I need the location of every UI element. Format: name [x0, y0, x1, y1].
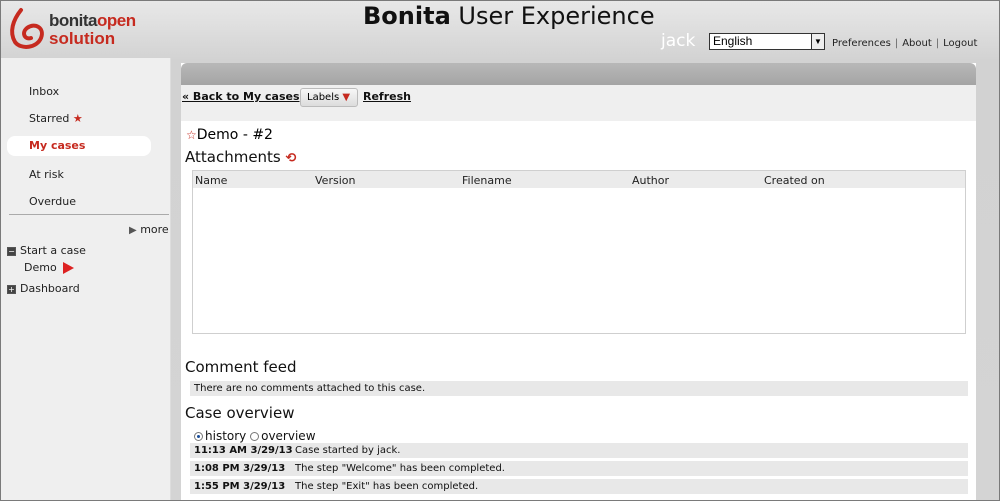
- sidebar-divider: [9, 214, 169, 215]
- column-header-version[interactable]: Version: [315, 174, 355, 187]
- more-label: more: [140, 223, 169, 236]
- column-header-filename[interactable]: Filename: [462, 174, 512, 187]
- history-time: 1:55 PM 3/29/13: [194, 481, 286, 492]
- sidebar-item-at-risk[interactable]: At risk: [29, 168, 64, 181]
- top-links: Preferences | About | Logout: [832, 38, 978, 49]
- logo-text: bonitaopen solution: [49, 12, 136, 48]
- case-overview-title: Case overview: [185, 404, 295, 422]
- history-row: 1:08 PM 3/29/13 The step "Welcome" has be…: [190, 461, 968, 476]
- labels-button[interactable]: Labels ▼: [300, 88, 358, 107]
- sidebar-item-overdue[interactable]: Overdue: [29, 195, 76, 208]
- app-window: bonitaopen solution Bonita User Experien…: [0, 0, 1000, 501]
- collapse-icon[interactable]: −: [7, 246, 16, 256]
- preferences-link[interactable]: Preferences: [832, 38, 891, 49]
- back-to-my-cases-link[interactable]: « Back to My cases: [182, 90, 300, 103]
- overview-radio[interactable]: [250, 432, 260, 441]
- start-case-node[interactable]: − Start a case: [7, 244, 86, 257]
- logout-link[interactable]: Logout: [943, 38, 977, 49]
- start-case-label: Start a case: [20, 244, 86, 257]
- attachments-table: Name Version Filename Author Created on: [192, 170, 966, 334]
- sidebar-item-starred[interactable]: Starred ★: [29, 112, 83, 125]
- dashboard-label: Dashboard: [20, 282, 80, 295]
- history-row: 11:13 AM 3/29/13 Case started by jack.: [190, 443, 968, 458]
- play-icon[interactable]: [63, 262, 75, 274]
- username: jack: [661, 31, 696, 51]
- bonita-logo[interactable]: bonitaopen solution: [7, 6, 147, 50]
- logo-word-solution: solution: [49, 29, 116, 48]
- about-link[interactable]: About: [902, 38, 932, 49]
- sidebar-item-label: Starred: [29, 112, 70, 125]
- app-title-bold: Bonita: [363, 2, 451, 30]
- main-panel: « Back to My cases Labels ▼ Refresh ☆Dem…: [181, 63, 976, 500]
- comment-feed-title: Comment feed: [185, 358, 297, 376]
- column-header-author[interactable]: Author: [632, 174, 669, 187]
- history-text: The step "Exit" has been completed.: [295, 481, 479, 492]
- history-row: 1:55 PM 3/29/13 The step "Exit" has been …: [190, 479, 968, 494]
- history-time: 11:13 AM 3/29/13: [194, 445, 293, 456]
- case-title-text: Demo - #2: [196, 127, 273, 143]
- app-title-rest: User Experience: [458, 2, 655, 30]
- expand-icon[interactable]: +: [7, 284, 16, 294]
- attachments-header-row: Name Version Filename Author Created on: [193, 171, 965, 188]
- overview-mode-selector: history overview: [194, 429, 316, 443]
- sidebar-item-my-cases[interactable]: My cases: [7, 136, 151, 156]
- attachments-title-text: Attachments: [185, 148, 281, 166]
- history-time: 1:08 PM 3/29/13: [194, 463, 286, 474]
- attachments-title: Attachments ⟲: [185, 148, 296, 166]
- language-value: English: [713, 34, 753, 48]
- process-demo-item[interactable]: Demo: [24, 261, 75, 274]
- chevron-down-icon: ▼: [342, 92, 351, 103]
- logo-word-open: open: [97, 11, 136, 30]
- dashboard-node[interactable]: + Dashboard: [7, 282, 80, 295]
- triangle-right-icon: ▶: [129, 225, 137, 236]
- panel-title-bar: [181, 63, 976, 85]
- column-header-name[interactable]: Name: [195, 174, 227, 187]
- history-text: Case started by jack.: [295, 445, 401, 456]
- column-header-created-on[interactable]: Created on: [764, 174, 825, 187]
- labels-label: Labels: [307, 92, 340, 103]
- star-outline-icon[interactable]: ☆: [186, 128, 197, 142]
- process-label: Demo: [24, 261, 57, 274]
- comment-empty-message: There are no comments attached to this c…: [190, 381, 968, 396]
- logo-word-bonita: bonita: [49, 11, 98, 30]
- history-radio[interactable]: [194, 432, 203, 441]
- more-button[interactable]: ▶ more: [129, 223, 169, 236]
- overview-label[interactable]: overview: [261, 429, 315, 443]
- case-title: ☆Demo - #2: [186, 127, 273, 143]
- chevron-down-icon[interactable]: ▼: [811, 34, 824, 49]
- star-icon: ★: [72, 112, 83, 125]
- language-select[interactable]: English ▼: [709, 33, 825, 50]
- history-text: The step "Welcome" has been completed.: [295, 463, 505, 474]
- sidebar: Inbox Starred ★ My cases At risk Overdue…: [1, 58, 171, 500]
- refresh-icon[interactable]: ⟲: [286, 151, 297, 166]
- bonita-swirl-icon: [10, 8, 44, 49]
- case-toolbar: « Back to My cases Labels ▼ Refresh: [181, 85, 976, 121]
- app-title: Bonita User Experience: [363, 2, 655, 30]
- history-label[interactable]: history: [205, 429, 246, 443]
- sidebar-item-inbox[interactable]: Inbox: [29, 85, 59, 98]
- refresh-link[interactable]: Refresh: [363, 90, 411, 103]
